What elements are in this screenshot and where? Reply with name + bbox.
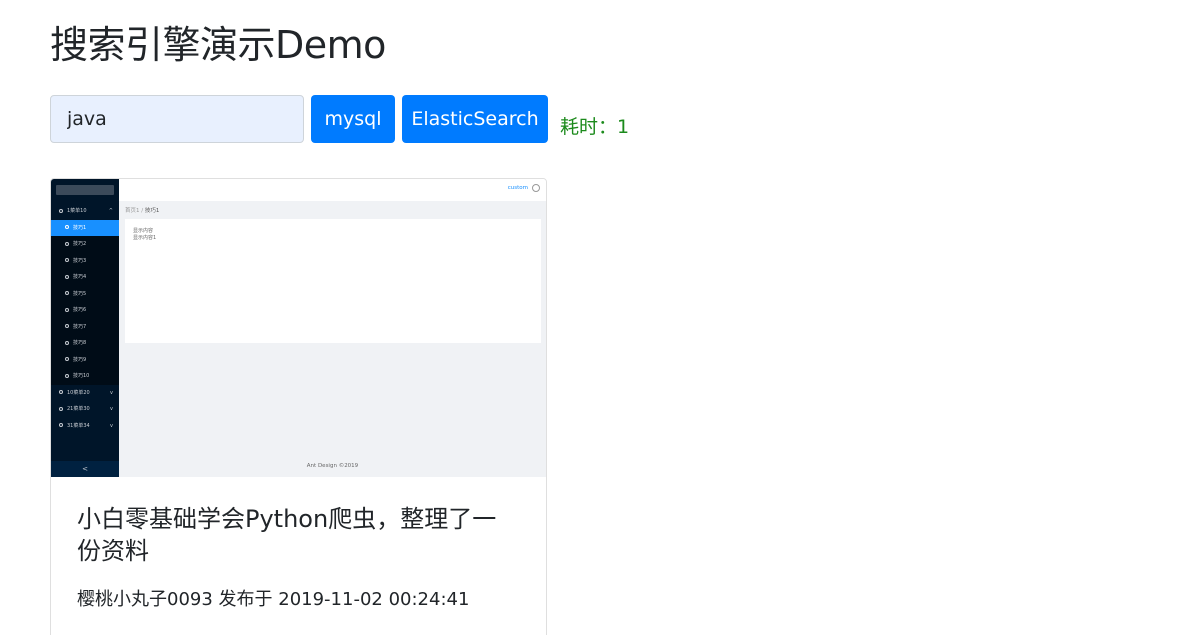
menu-item-icon <box>59 390 63 394</box>
thumbnail-menu-label: 技巧7 <box>73 323 87 330</box>
thumbnail-menu-label: 技巧1 <box>73 224 87 231</box>
menu-item-icon <box>65 373 69 378</box>
search-input[interactable] <box>50 95 304 143</box>
thumbnail-menu-item: 技巧1 <box>51 219 119 236</box>
thumbnail-content-panel: 显示内容 显示内容1 <box>125 219 541 343</box>
thumbnail-breadcrumb-current: 技巧1 <box>144 208 160 214</box>
elapsed-time-text: 耗时：1 <box>560 115 630 138</box>
thumbnail-menu-item: 技巧7 <box>51 318 119 335</box>
menu-item-icon <box>65 340 69 345</box>
thumbnail-menu-label: 技巧4 <box>73 274 87 280</box>
thumbnail-breadcrumb: 首页1 / 技巧1 <box>125 206 159 214</box>
thumbnail-menu-label: 技巧9 <box>73 356 87 363</box>
thumbnail-menu-label: 10菜单20 <box>67 389 90 396</box>
result-meta: 樱桃小丸子0093 发布于 2019-11-02 00:24:41 <box>77 589 470 610</box>
thumbnail-breadcrumb-separator: / <box>141 208 144 214</box>
menu-item-icon <box>59 208 63 213</box>
thumbnail-menu-item: 技巧4 <box>51 269 119 286</box>
thumbnail-menu-label: 21菜单30 <box>67 406 90 412</box>
thumbnail-menu-label: 技巧5 <box>73 290 87 297</box>
menu-item-icon <box>65 291 69 295</box>
menu-item-icon <box>65 357 69 361</box>
menu-item-icon <box>65 307 69 312</box>
thumbnail-menu-label: 技巧3 <box>73 257 87 264</box>
thumbnail-menu-item: 21菜单30 v <box>51 401 119 418</box>
thumbnail-menu-label: 1菜单10 <box>67 208 87 214</box>
search-bar: mysql ElasticSearch 耗时：1 <box>50 95 629 143</box>
menu-item-icon <box>65 225 69 229</box>
thumbnail-menu-item: 技巧10 <box>51 368 119 385</box>
thumbnail-menu: 1菜单10 ^ 技巧1 技巧2 技巧3 技巧4 技巧5 技巧6 技巧7 技巧8 技巧9 技巧10 10菜… <box>51 203 119 434</box>
chevron-icon: v <box>110 406 113 412</box>
thumbnail-logo <box>56 185 114 195</box>
menu-item-icon <box>65 274 69 279</box>
result-title[interactable]: 小白零基础学会Python爬虫，整理了一份资料 <box>77 503 520 567</box>
thumbnail-menu-label: 技巧2 <box>73 241 87 247</box>
chevron-icon: v <box>110 389 113 396</box>
chevron-icon: v <box>110 422 113 429</box>
thumbnail-menu-label: 技巧8 <box>73 340 87 346</box>
page-title: 搜索引擎演示Demo <box>50 23 386 67</box>
thumbnail-menu-item: 技巧6 <box>51 302 119 319</box>
chevron-icon: ^ <box>108 208 113 214</box>
menu-item-icon <box>65 324 69 328</box>
power-icon <box>532 184 540 192</box>
thumbnail-menu-item: 技巧5 <box>51 285 119 302</box>
thumbnail-menu-label: 技巧6 <box>73 307 87 313</box>
menu-item-icon <box>65 241 69 246</box>
thumbnail-menu-item: 技巧8 <box>51 335 119 352</box>
thumbnail-menu-label: 31菜单34 <box>67 422 90 429</box>
result-card[interactable]: 1菜单10 ^ 技巧1 技巧2 技巧3 技巧4 技巧5 技巧6 技巧7 技巧8 技巧9 技巧10 10菜… <box>50 178 547 635</box>
thumbnail-header: custom <box>119 179 546 201</box>
result-thumbnail[interactable]: 1菜单10 ^ 技巧1 技巧2 技巧3 技巧4 技巧5 技巧6 技巧7 技巧8 技巧9 技巧10 10菜… <box>51 179 546 477</box>
thumbnail-menu-item: 技巧9 <box>51 351 119 368</box>
menu-item-icon <box>65 258 69 262</box>
thumbnail-breadcrumb-root: 首页1 <box>125 208 140 214</box>
menu-item-icon <box>59 423 63 427</box>
thumbnail-header-link: custom <box>507 185 528 191</box>
thumbnail-content-line: 显示内容1 <box>133 235 157 241</box>
thumbnail-sidebar: 1菜单10 ^ 技巧1 技巧2 技巧3 技巧4 技巧5 技巧6 技巧7 技巧8 技巧9 技巧10 10菜… <box>51 179 119 477</box>
thumbnail-footer: Ant Design ©2019 <box>306 463 359 469</box>
thumbnail-menu-item: 10菜单20 v <box>51 385 119 402</box>
elasticsearch-search-button[interactable]: ElasticSearch <box>402 95 548 143</box>
thumbnail-menu-item: 1菜单10 ^ <box>51 203 119 220</box>
thumbnail-menu-item: 技巧3 <box>51 252 119 269</box>
result-card-body: 小白零基础学会Python爬虫，整理了一份资料 樱桃小丸子0093 发布于 20… <box>51 477 546 611</box>
thumbnail-content-line: 显示内容 <box>133 228 154 234</box>
thumbnail-menu-label: 技巧10 <box>73 373 90 379</box>
thumbnail-collapse-icon: < <box>51 461 119 477</box>
thumbnail-menu-item: 31菜单34 v <box>51 418 119 435</box>
menu-item-icon <box>59 406 63 411</box>
mysql-search-button[interactable]: mysql <box>311 95 395 143</box>
thumbnail-menu-item: 技巧2 <box>51 236 119 253</box>
